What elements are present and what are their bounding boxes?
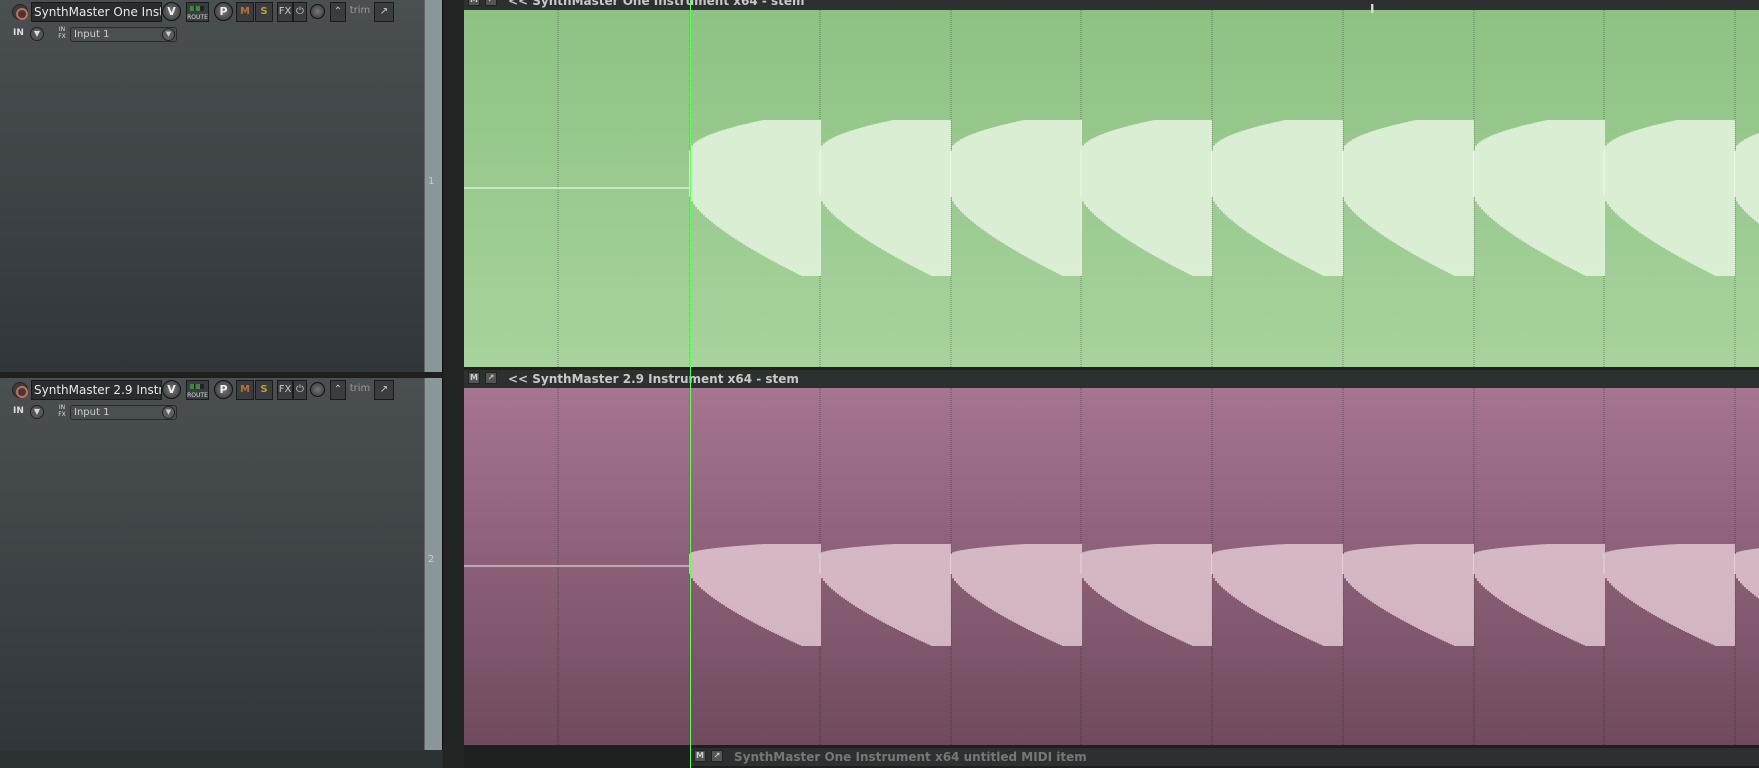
track-number: 2 xyxy=(428,554,435,565)
track-panel-1[interactable]: SynthMaster One Instru V ROUTE P M S FX … xyxy=(0,0,443,372)
input-select[interactable]: Input 1 ▼ xyxy=(70,27,177,42)
item-title: << SynthMaster One Instrument x64 - stem xyxy=(508,0,805,8)
track-panel-2[interactable]: SynthMaster 2.9 Instru V ROUTE P M S FX … xyxy=(0,378,443,750)
phase-icon[interactable] xyxy=(310,382,325,397)
volume-knob[interactable]: V xyxy=(162,2,181,21)
fx-bypass-icon[interactable]: ⏻ xyxy=(293,380,307,400)
folder-icon[interactable]: ↗ xyxy=(374,380,394,400)
input-label: IN xyxy=(13,28,24,38)
trim-button[interactable]: trim xyxy=(349,2,371,22)
solo-button[interactable]: S xyxy=(255,2,273,22)
solo-button[interactable]: S xyxy=(255,380,273,400)
volume-knob[interactable]: V xyxy=(162,380,181,399)
next-track-panel-edge[interactable] xyxy=(0,750,443,768)
input-monitor-dropdown-icon[interactable]: ▼ xyxy=(30,405,44,419)
envelope-icon[interactable]: ⌃ xyxy=(330,2,346,22)
record-arm-button[interactable] xyxy=(12,382,28,398)
item-title: SynthMaster One Instrument x64 untitled … xyxy=(734,750,1087,764)
record-arm-button[interactable] xyxy=(12,4,28,20)
input-value: Input 1 xyxy=(74,407,110,418)
input-row: IN ▼ IN FX Input 1 ▼ xyxy=(0,24,442,46)
play-cursor[interactable] xyxy=(690,0,691,768)
reaper-window: SynthMaster One Instru V ROUTE P M S FX … xyxy=(0,0,1759,768)
media-item-2[interactable] xyxy=(464,388,1759,745)
item-header-2[interactable]: M ↗ << SynthMaster 2.9 Instrument x64 - st… xyxy=(464,370,1759,388)
input-monitor-dropdown-icon[interactable]: ▼ xyxy=(30,27,44,41)
pan-knob[interactable]: P xyxy=(214,380,233,399)
item-header-3[interactable]: M ↗ SynthMaster One Instrument x64 untitle… xyxy=(690,748,1759,766)
envelope-item-icon[interactable]: ↗ xyxy=(485,0,497,6)
text-cursor-icon: I xyxy=(1370,2,1375,16)
mute-button[interactable]: M xyxy=(236,2,254,22)
mute-item-icon[interactable]: M xyxy=(694,750,706,762)
input-fx-button[interactable]: IN FX xyxy=(55,404,69,420)
track-header-row: SynthMaster 2.9 Instru V ROUTE P M S FX … xyxy=(0,378,442,402)
waveform-2 xyxy=(464,388,1759,745)
phase-icon[interactable] xyxy=(310,4,325,19)
route-button[interactable]: ROUTE xyxy=(186,380,209,400)
track-name-field[interactable]: SynthMaster One Instru xyxy=(31,2,162,22)
item-title: << SynthMaster 2.9 Instrument x64 - stem xyxy=(508,372,799,386)
media-item-1[interactable] xyxy=(464,10,1759,367)
fx-button[interactable]: FX xyxy=(277,380,293,400)
mute-item-icon[interactable]: M xyxy=(468,372,480,384)
item-header-1[interactable]: M ↗ << SynthMaster One Instrument x64 - st… xyxy=(464,0,1759,10)
track-header-row: SynthMaster One Instru V ROUTE P M S FX … xyxy=(0,0,442,24)
mute-item-icon[interactable]: M xyxy=(468,0,480,6)
input-fx-button[interactable]: IN FX xyxy=(55,26,69,42)
fx-bypass-icon[interactable]: ⏻ xyxy=(293,2,307,22)
mute-button[interactable]: M xyxy=(236,380,254,400)
trim-button[interactable]: trim xyxy=(349,380,371,400)
input-label: IN xyxy=(13,406,24,416)
fx-button[interactable]: FX xyxy=(277,2,293,22)
input-select[interactable]: Input 1 ▼ xyxy=(70,405,177,420)
pan-knob[interactable]: P xyxy=(214,2,233,21)
envelope-item-icon[interactable]: ↗ xyxy=(485,372,497,384)
tcp-divider[interactable] xyxy=(444,0,464,768)
folder-icon[interactable]: ↗ xyxy=(374,2,394,22)
track-number: 1 xyxy=(428,176,435,187)
chevron-down-icon: ▼ xyxy=(162,406,175,419)
waveform-1 xyxy=(464,10,1759,367)
track-name-field[interactable]: SynthMaster 2.9 Instru xyxy=(31,380,162,400)
input-row: IN ▼ IN FX Input 1 ▼ xyxy=(0,402,442,424)
input-value: Input 1 xyxy=(74,29,110,40)
chevron-down-icon: ▼ xyxy=(162,28,175,41)
route-button[interactable]: ROUTE xyxy=(186,2,209,22)
envelope-item-icon[interactable]: ↗ xyxy=(711,750,723,762)
envelope-icon[interactable]: ⌃ xyxy=(330,380,346,400)
